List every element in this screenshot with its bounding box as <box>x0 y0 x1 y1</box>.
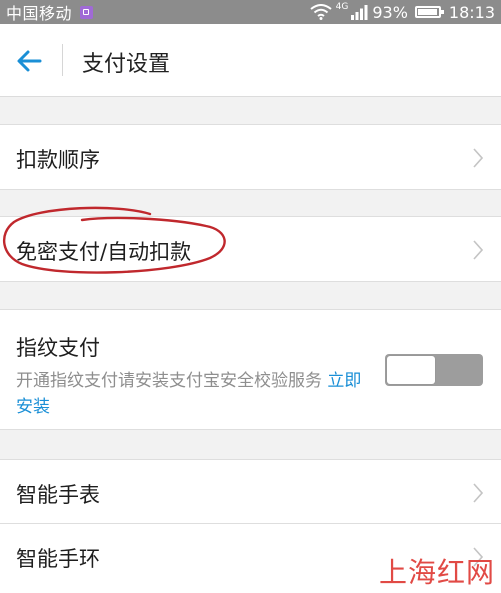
page-title: 支付设置 <box>82 52 171 77</box>
fingerprint-description-text: 开通指纹支付请安装支付宝安全校验服务 <box>16 371 322 391</box>
toggle-knob <box>387 356 435 384</box>
clock: 18:13 <box>448 2 495 22</box>
password-free-payment-label: 免密支付/自动扣款 <box>16 240 192 264</box>
signal-strength-icon <box>351 5 368 20</box>
deduction-order-row[interactable]: 扣款顺序 <box>0 124 501 190</box>
fingerprint-toggle[interactable] <box>385 354 483 386</box>
battery-percent: 93% <box>372 2 408 22</box>
header-divider <box>62 44 63 76</box>
fingerprint-description: 开通指纹支付请安装支付宝安全校验服务 立即安装 <box>16 368 376 420</box>
chevron-right-icon <box>473 483 483 503</box>
chevron-right-icon <box>473 240 483 260</box>
network-type: 4G <box>335 2 349 12</box>
sim-card-icon <box>80 5 94 19</box>
chevron-right-icon <box>473 148 483 168</box>
password-free-payment-row[interactable]: 免密支付/自动扣款 <box>0 216 501 282</box>
status-bar: 中国移动 4G 93% 18:13 <box>0 0 501 24</box>
status-indicators: 4G 93% 18:13 <box>310 0 495 24</box>
watermark: 上海红网 <box>378 556 495 589</box>
app-header: 支付设置 <box>0 24 501 97</box>
smartwatch-label: 智能手表 <box>16 483 100 507</box>
wifi-icon <box>310 4 332 20</box>
back-button[interactable] <box>14 48 44 74</box>
fingerprint-payment-label: 指纹支付 <box>16 336 100 360</box>
fingerprint-payment-row: 指纹支付 开通指纹支付请安装支付宝安全校验服务 立即安装 <box>0 309 501 430</box>
battery-icon <box>414 6 444 18</box>
carrier-name: 中国移动 <box>6 4 73 23</box>
deduction-order-label: 扣款顺序 <box>16 148 100 172</box>
smartband-label: 智能手环 <box>16 547 100 571</box>
smartwatch-row[interactable]: 智能手表 <box>0 459 501 525</box>
back-arrow-icon <box>17 50 42 72</box>
